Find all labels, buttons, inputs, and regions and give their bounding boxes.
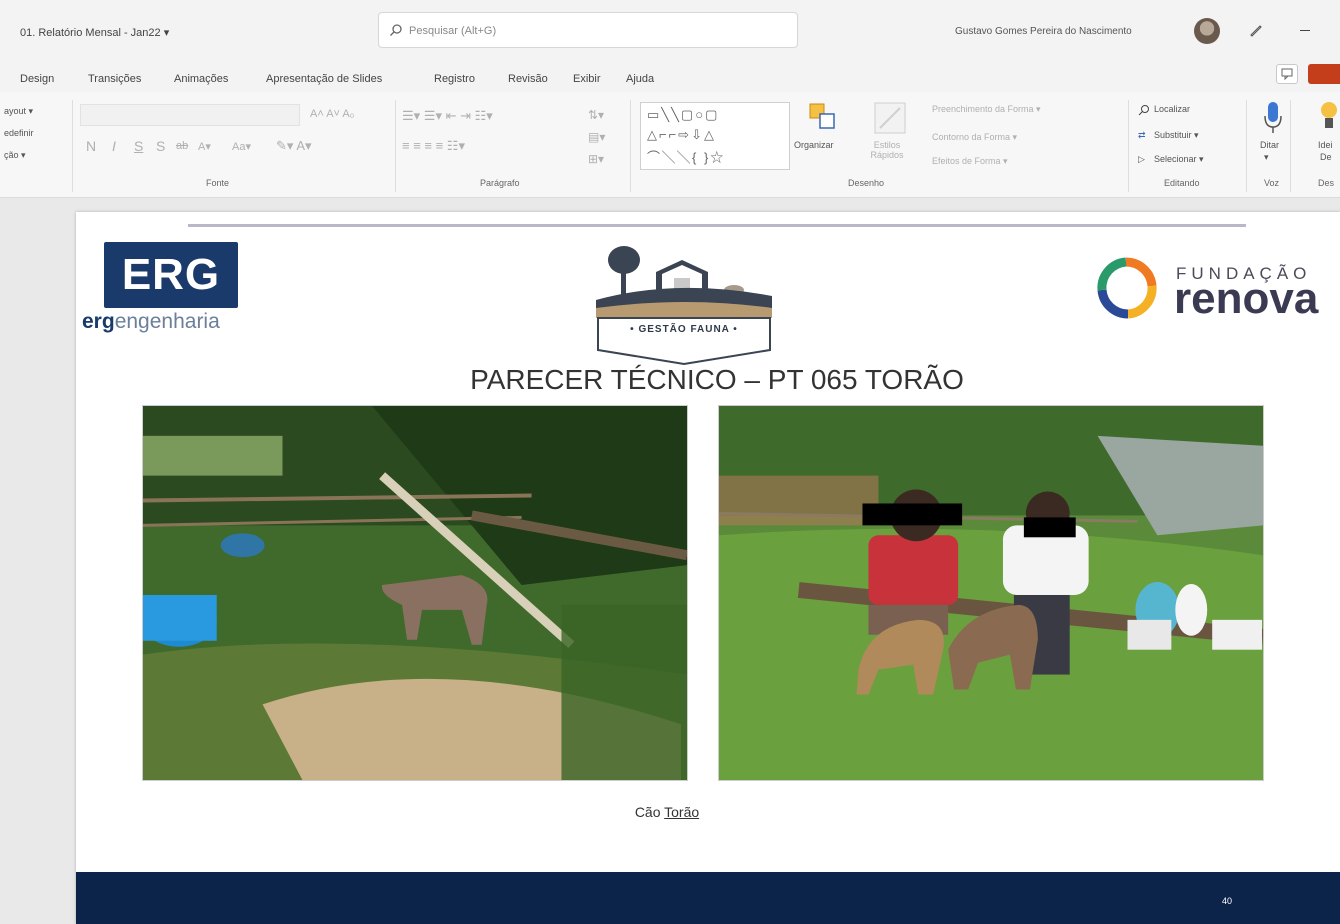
tab-design[interactable]: Design bbox=[20, 73, 54, 85]
font-name-box[interactable] bbox=[80, 104, 300, 126]
search-box[interactable]: Pesquisar (Alt+G) bbox=[378, 12, 798, 48]
text-direction-icon[interactable]: ⇅▾ bbox=[588, 108, 604, 122]
erg-subtitle-rest: engenharia bbox=[114, 310, 220, 333]
align-text-icon[interactable]: ▤▾ bbox=[588, 130, 605, 144]
erg-subtitle-bold: erg bbox=[82, 310, 115, 333]
arrange-icon[interactable] bbox=[806, 100, 840, 134]
quick-styles-icon[interactable] bbox=[872, 100, 908, 136]
paragraph-group-label: Parágrafo bbox=[480, 178, 520, 188]
designer-icon[interactable] bbox=[1318, 100, 1340, 134]
align-icon[interactable]: ≡ ≡ ≡ ≡ ☷▾ bbox=[402, 138, 465, 154]
ribbon-separator bbox=[395, 100, 396, 192]
share-button[interactable] bbox=[1308, 64, 1340, 84]
pen-icon[interactable] bbox=[1248, 22, 1264, 38]
find-icon bbox=[1138, 105, 1149, 116]
shape-effects-button[interactable]: Efeitos de Forma ▾ bbox=[932, 156, 1008, 167]
layout-button[interactable]: ayout ▾ bbox=[4, 106, 33, 117]
title-bar: 01. Relatório Mensal - Jan22 ▾ Pesquisar… bbox=[0, 0, 1340, 56]
font-group-label: Fonte bbox=[206, 178, 230, 188]
select-icon: ▷ bbox=[1138, 154, 1145, 164]
smartart-icon[interactable]: ⊞▾ bbox=[588, 152, 604, 166]
select-button[interactable]: Selecionar ▾ bbox=[1154, 154, 1204, 165]
bold-button[interactable]: N bbox=[86, 138, 96, 154]
tab-record[interactable]: Registro bbox=[434, 73, 475, 85]
quick-styles-button[interactable]: Estilos Rápidos bbox=[862, 140, 912, 160]
underline-button[interactable]: S bbox=[134, 138, 143, 154]
tab-help[interactable]: Ajuda bbox=[626, 73, 654, 85]
ribbon-separator bbox=[1128, 100, 1129, 192]
char-spacing-button[interactable]: A▾ bbox=[198, 140, 211, 153]
designer-button[interactable]: Idei bbox=[1318, 140, 1333, 150]
dictate-button[interactable]: Ditar bbox=[1260, 140, 1279, 150]
document-title[interactable]: 01. Relatório Mensal - Jan22 ▾ bbox=[20, 26, 169, 39]
search-icon bbox=[390, 24, 402, 36]
caption-prefix: Cão bbox=[634, 804, 665, 820]
menu-bar: Design Transições Animações Apresentação… bbox=[0, 56, 1340, 92]
replace-button[interactable]: Substituir ▾ bbox=[1154, 130, 1199, 141]
minimize-icon[interactable] bbox=[1300, 30, 1310, 31]
shape-fill-button[interactable]: Preenchimento da Forma ▾ bbox=[932, 104, 1041, 115]
comment-icon bbox=[1281, 68, 1293, 81]
ribbon-separator bbox=[1246, 100, 1247, 192]
erg-subtitle: ergengenharia bbox=[82, 310, 220, 334]
shapes-row-icon[interactable]: ▭╲╲▢○▢ bbox=[647, 107, 719, 123]
user-name[interactable]: Gustavo Gomes Pereira do Nascimento bbox=[955, 26, 1132, 37]
slide-divider-line bbox=[188, 224, 1246, 227]
tab-slideshow[interactable]: Apresentação de Slides bbox=[266, 73, 382, 85]
drawing-group-label: Desenho bbox=[848, 178, 885, 188]
replace-icon: ⇄ bbox=[1138, 130, 1146, 140]
ribbon-separator bbox=[630, 100, 631, 192]
slide-footer: 40 bbox=[76, 872, 1340, 924]
reset-button[interactable]: edefinir bbox=[4, 128, 34, 138]
shadow-button[interactable]: S bbox=[156, 138, 165, 154]
ribbon-separator bbox=[72, 100, 73, 192]
tab-animations[interactable]: Animações bbox=[174, 73, 228, 85]
tab-view[interactable]: Exibir bbox=[573, 73, 601, 85]
voice-group-label: Voz bbox=[1264, 178, 1280, 188]
designer-group-label: Des bbox=[1318, 178, 1335, 188]
photo-caption[interactable]: Cão Torão bbox=[76, 804, 1258, 820]
caption-name: Torão bbox=[664, 804, 700, 820]
tab-transitions[interactable]: Transições bbox=[88, 73, 141, 85]
find-button[interactable]: Localizar bbox=[1154, 104, 1190, 114]
renova-wordmark: renova bbox=[1174, 274, 1319, 323]
ribbon-separator bbox=[1290, 100, 1291, 192]
strikethrough-button[interactable]: ab bbox=[176, 140, 188, 152]
italic-button[interactable]: I bbox=[112, 138, 116, 154]
erg-logo: ERG bbox=[104, 242, 238, 308]
font-size-grow-icon[interactable]: A˄ A˅ A₀ bbox=[310, 108, 354, 120]
designer-button-line2[interactable]: De bbox=[1320, 152, 1332, 162]
shapes-row-icon[interactable]: ⌒╲╲{ }☆ bbox=[647, 147, 725, 166]
photo-dog-garden[interactable] bbox=[142, 405, 688, 781]
section-button[interactable]: ção ▾ bbox=[4, 150, 26, 161]
shape-outline-button[interactable]: Contorno da Forma ▾ bbox=[932, 132, 1017, 143]
slide-title[interactable]: PARECER TÉCNICO – PT 065 TORÃO bbox=[76, 364, 1340, 396]
editing-group-label: Editando bbox=[1164, 178, 1200, 188]
gestao-fauna-logo bbox=[596, 246, 772, 366]
bullets-icon[interactable]: ☰▾ ☰▾ ⇤ ⇥ ☷▾ bbox=[402, 108, 493, 124]
slide-canvas[interactable]: ERG ergengenharia • GESTÃO FAUNA • FUNDA… bbox=[76, 212, 1340, 924]
tab-review[interactable]: Revisão bbox=[508, 73, 548, 85]
search-placeholder: Pesquisar (Alt+G) bbox=[409, 25, 497, 37]
photo-people-with-dogs[interactable] bbox=[718, 405, 1264, 781]
highlight-icon[interactable]: ✎▾ A▾ bbox=[276, 138, 312, 154]
avatar[interactable] bbox=[1194, 18, 1220, 44]
dictate-dropdown-icon[interactable]: ▾ bbox=[1264, 152, 1269, 163]
shapes-row-icon[interactable]: △⌐⌐⇨⇩△ bbox=[647, 127, 716, 143]
comments-button[interactable] bbox=[1276, 64, 1298, 84]
arrange-button[interactable]: Organizar bbox=[794, 140, 834, 150]
microphone-icon[interactable] bbox=[1262, 100, 1284, 136]
page-number: 40 bbox=[1222, 896, 1233, 906]
renova-logo-icon bbox=[1097, 257, 1157, 319]
gestao-fauna-label: • GESTÃO FAUNA • bbox=[630, 324, 738, 335]
change-case-button[interactable]: Aa▾ bbox=[232, 140, 251, 153]
shapes-gallery[interactable]: ▭╲╲▢○▢ △⌐⌐⇨⇩△ ⌒╲╲{ }☆ bbox=[640, 102, 790, 170]
